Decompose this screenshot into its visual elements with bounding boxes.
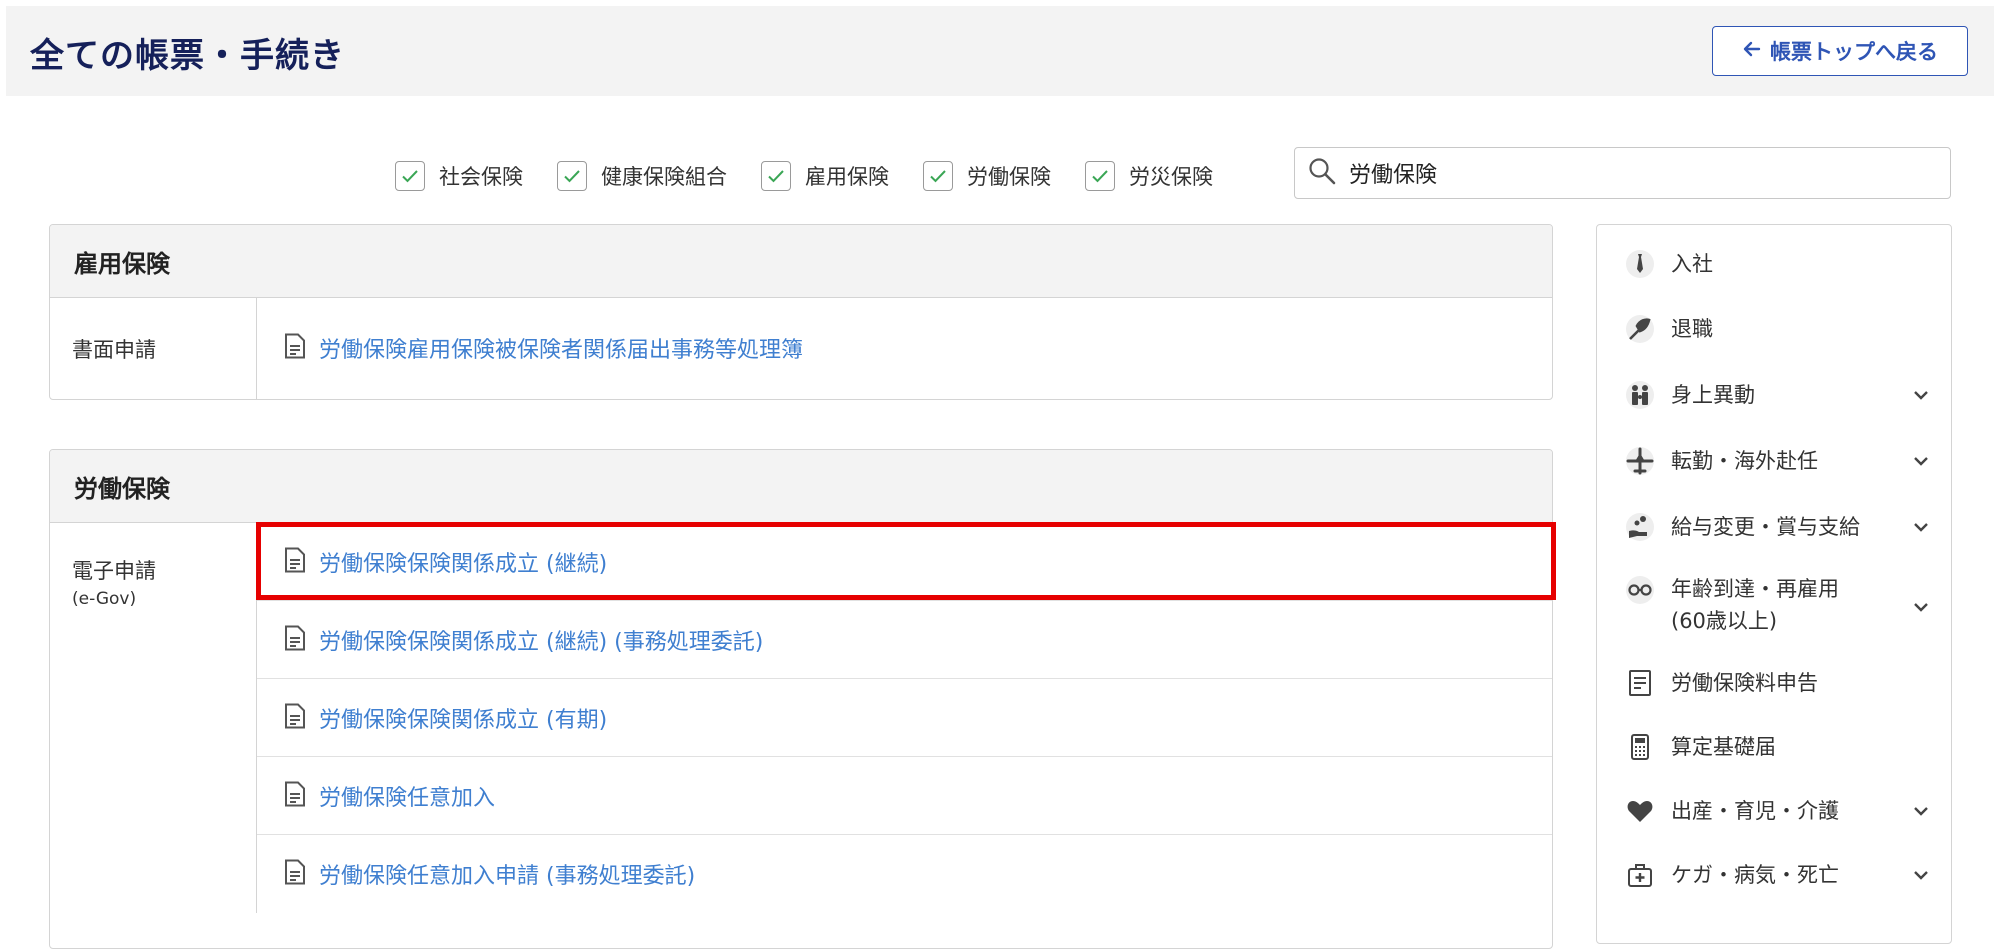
sidebar-item-label: 身上異動	[1671, 383, 1755, 407]
chevron-down-icon[interactable]	[1911, 597, 1931, 621]
family-icon	[1623, 378, 1657, 412]
page-header: 全ての帳票・手続き 帳票トップへ戻る	[6, 6, 1994, 96]
filter-label: 社会保険	[439, 165, 523, 189]
filter-label: 労働保険	[967, 165, 1051, 189]
sidebar-item-label: 算定基礎届	[1671, 735, 1776, 759]
checkmark-icon	[930, 170, 946, 183]
back-button-label: 帳票トップへ戻る	[1770, 40, 1938, 64]
sidebar-item-label: ケガ・病気・死亡	[1671, 863, 1839, 887]
chevron-down-icon[interactable]	[1911, 517, 1931, 541]
sidebar-item-taishoku[interactable]: 退職	[1597, 304, 1951, 354]
section-title: 雇用保険	[50, 225, 1552, 298]
chevron-down-icon[interactable]	[1911, 385, 1931, 409]
necktie-icon	[1623, 247, 1657, 281]
submission-type-sublabel: (e-Gov)	[72, 589, 137, 609]
chevron-down-icon[interactable]	[1911, 801, 1931, 825]
search-icon	[1307, 156, 1337, 190]
sidebar-item-label-line2: (60歳以上)	[1671, 609, 1778, 633]
section-rodo-hoken: 労働保険 電子申請 (e-Gov) 労働保険保険関係成立 (継続) 労働保険保険…	[49, 449, 1553, 949]
form-link-row[interactable]: 労働保険保険関係成立 (継続)	[257, 523, 1552, 601]
chevron-down-icon[interactable]	[1911, 865, 1931, 889]
form-link[interactable]: 労働保険保険関係成立 (継続) (事務処理委託)	[319, 624, 763, 656]
submission-type: 書面申請	[50, 298, 257, 399]
form-link[interactable]: 労働保険任意加入	[319, 780, 495, 812]
sidebar-item-label: 入社	[1671, 252, 1713, 276]
form-link-row[interactable]: 労働保険保険関係成立 (有期)	[257, 679, 1552, 757]
sidebar-item-label: 出産・育児・介護	[1671, 799, 1839, 823]
submission-type-label: 電子申請	[72, 559, 156, 583]
submission-type: 電子申請 (e-Gov)	[50, 523, 257, 913]
checkmark-icon	[402, 170, 418, 183]
chevron-down-icon[interactable]	[1911, 451, 1931, 475]
sidebar-item-label-line1: 年齢到達・再雇用	[1671, 577, 1839, 601]
calculator-icon	[1623, 730, 1657, 764]
checkmark-icon	[564, 170, 580, 183]
form-link[interactable]: 労働保険任意加入申請 (事務処理委託)	[319, 858, 695, 890]
glasses-icon	[1623, 573, 1657, 607]
hand-coins-icon	[1623, 510, 1657, 544]
filter-koyo-hoken[interactable]: 雇用保険	[761, 161, 889, 191]
sidebar-item-label: 退職	[1671, 317, 1713, 341]
form-link-row[interactable]: 労働保険保険関係成立 (継続) (事務処理委託)	[257, 601, 1552, 679]
document-icon	[283, 781, 307, 811]
checkbox[interactable]	[1085, 161, 1115, 191]
filter-label: 健康保険組合	[601, 165, 727, 189]
sidebar-item-label: 転勤・海外赴任	[1671, 449, 1818, 473]
back-to-forms-top-button[interactable]: 帳票トップへ戻る	[1712, 26, 1968, 76]
insurance-filter-bar: 社会保険 健康保険組合 雇用保険 労働保険 労災保険	[395, 156, 1247, 196]
sidebar-item-santei-kisotodoke[interactable]: 算定基礎届	[1597, 721, 1951, 773]
bouquet-icon	[1623, 312, 1657, 346]
checkbox[interactable]	[395, 161, 425, 191]
checkmark-icon	[768, 170, 784, 183]
checkmark-icon	[1092, 170, 1108, 183]
sidebar-item-shinjo-ido[interactable]: 身上異動	[1597, 369, 1951, 421]
document-icon	[283, 859, 307, 889]
page-title: 全ての帳票・手続き	[30, 36, 345, 76]
checkbox[interactable]	[557, 161, 587, 191]
filter-kenpo-kumiai[interactable]: 健康保険組合	[557, 161, 727, 191]
sidebar-item-shussan-ikuji[interactable]: 出産・育児・介護	[1597, 785, 1951, 837]
form-link-row[interactable]: 労働保険雇用保険被保険者関係届出事務等処理簿	[257, 298, 1552, 398]
sidebar-item-tenkin-kaigai[interactable]: 転勤・海外赴任	[1597, 435, 1951, 487]
sidebar-item-nenrei-toutatsu[interactable]: 年齢到達・再雇用 (60歳以上)	[1597, 565, 1951, 649]
search-input[interactable]: 労働保険	[1294, 147, 1951, 199]
checkbox[interactable]	[923, 161, 953, 191]
sidebar-item-label: 給与変更・賞与支給	[1671, 515, 1860, 539]
form-link-row[interactable]: 労働保険任意加入申請 (事務処理委託)	[257, 835, 1552, 913]
sidebar-item-label: 年齢到達・再雇用 (60歳以上)	[1671, 573, 1839, 637]
first-aid-icon	[1623, 858, 1657, 892]
airplane-icon	[1623, 444, 1657, 478]
sidebar-item-label: 労働保険料申告	[1671, 671, 1818, 695]
document-icon	[283, 703, 307, 733]
form-link[interactable]: 労働保険保険関係成立 (継続)	[319, 546, 607, 578]
filter-shakai-hoken[interactable]: 社会保険	[395, 161, 523, 191]
form-link[interactable]: 労働保険雇用保険被保険者関係届出事務等処理簿	[319, 332, 803, 364]
section-title: 労働保険	[50, 450, 1552, 523]
sidebar-item-rodo-hokenryo[interactable]: 労働保険料申告	[1597, 657, 1951, 709]
sidebar-item-nyusha[interactable]: 入社	[1597, 239, 1951, 289]
arrow-left-icon	[1742, 39, 1762, 64]
document-icon	[283, 333, 307, 363]
form-link-row[interactable]: 労働保険任意加入	[257, 757, 1552, 835]
document-icon	[283, 547, 307, 577]
filter-label: 労災保険	[1129, 165, 1213, 189]
filter-label: 雇用保険	[805, 165, 889, 189]
filter-rosai-hoken[interactable]: 労災保険	[1085, 161, 1213, 191]
form-link[interactable]: 労働保険保険関係成立 (有期)	[319, 702, 607, 734]
heart-icon	[1623, 794, 1657, 828]
category-sidebar: 入社 退職 身上異動 転勤・海外赴任 給与変更・賞与支給 年齢到達・再雇用 (6…	[1596, 224, 1952, 944]
filter-rodo-hoken[interactable]: 労働保険	[923, 161, 1051, 191]
submission-type-label: 書面申請	[72, 337, 156, 362]
sidebar-item-kyuyo-shoyo[interactable]: 給与変更・賞与支給	[1597, 501, 1951, 553]
sidebar-item-kega-byoki[interactable]: ケガ・病気・死亡	[1597, 849, 1951, 901]
document-icon	[1623, 666, 1657, 700]
checkbox[interactable]	[761, 161, 791, 191]
search-value: 労働保険	[1349, 163, 1438, 188]
section-koyo-hoken: 雇用保険 書面申請 労働保険雇用保険被保険者関係届出事務等処理簿	[49, 224, 1553, 400]
document-icon	[283, 625, 307, 655]
